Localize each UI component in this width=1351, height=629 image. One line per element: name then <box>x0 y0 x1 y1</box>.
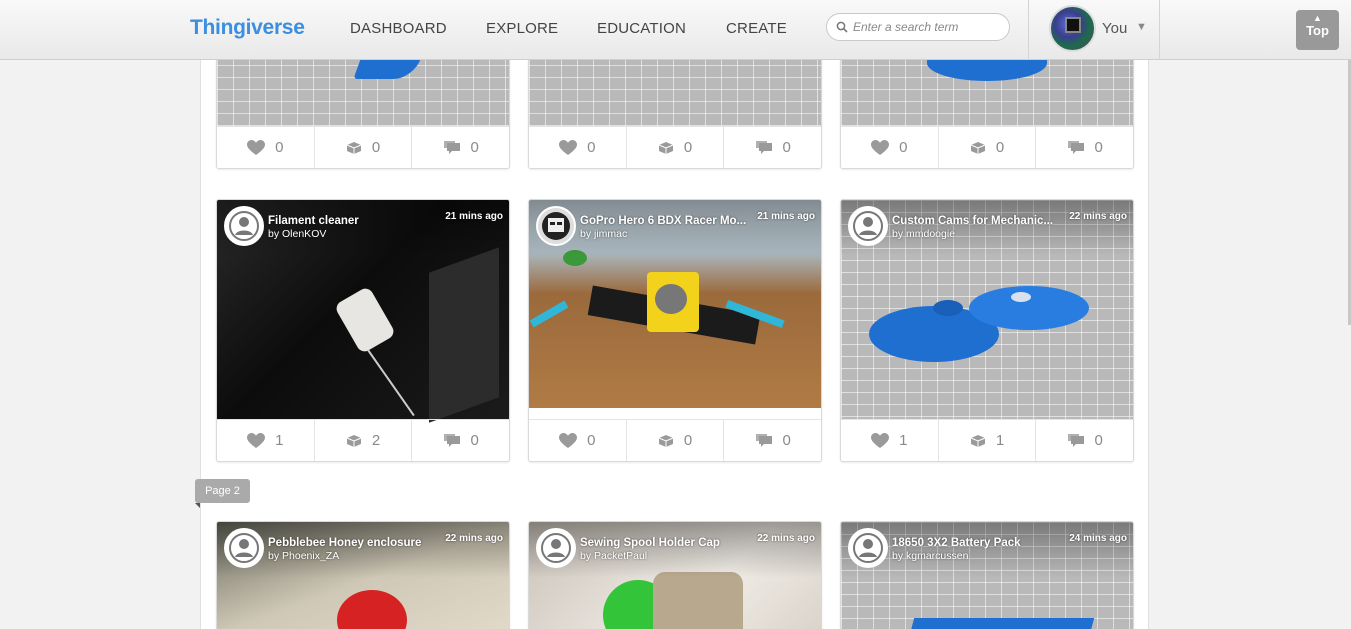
thing-title[interactable]: Sewing Spool Holder Cap <box>580 537 770 549</box>
like-button[interactable]: 0 <box>529 420 627 461</box>
heart-icon <box>247 139 266 155</box>
collect-button[interactable]: 0 <box>627 127 725 168</box>
thing-card[interactable]: 18650 3X2 Battery Pack by kgmarcussen 24… <box>840 521 1134 629</box>
search-icon <box>836 21 848 33</box>
top-header: Thingiverse DASHBOARD EXPLORE EDUCATION … <box>0 0 1351 60</box>
heart-icon <box>247 432 266 448</box>
thingiverse-logo[interactable]: Thingiverse <box>190 16 305 40</box>
collection-icon <box>970 434 986 447</box>
thing-author[interactable]: by Phoenix_ZA <box>268 550 339 562</box>
heart-icon <box>559 432 578 448</box>
top-label: Top <box>1306 23 1329 38</box>
user-avatar[interactable] <box>1049 5 1096 52</box>
like-button[interactable]: 0 <box>841 127 939 168</box>
like-button[interactable]: 0 <box>529 127 627 168</box>
thing-title[interactable]: Filament cleaner <box>268 215 458 227</box>
default-user-icon <box>853 533 883 563</box>
creator-picture-icon <box>542 212 570 240</box>
thing-time: 21 mins ago <box>757 211 815 222</box>
comment-icon <box>755 141 772 154</box>
default-user-icon <box>853 211 883 241</box>
header-divider <box>1028 0 1029 60</box>
collect-button[interactable]: 0 <box>315 127 413 168</box>
thing-stats: 0 0 0 <box>217 126 509 168</box>
thing-time: 24 mins ago <box>1069 533 1127 544</box>
collect-button[interactable]: 1 <box>939 420 1037 461</box>
like-button[interactable]: 0 <box>217 127 315 168</box>
thing-author[interactable]: by kgmarcussen <box>892 550 968 562</box>
collection-icon <box>658 434 674 447</box>
thing-card[interactable]: Pebblebee Honey enclosure by Phoenix_ZA … <box>216 521 510 629</box>
default-user-icon <box>541 533 571 563</box>
thing-author[interactable]: by PacketPaul <box>580 550 647 562</box>
nav-create[interactable]: CREATE <box>726 20 787 37</box>
creator-avatar[interactable] <box>848 206 888 246</box>
search-input[interactable] <box>853 18 1003 36</box>
collect-button[interactable]: 0 <box>627 420 725 461</box>
nav-explore[interactable]: EXPLORE <box>486 20 558 37</box>
heart-icon <box>559 139 578 155</box>
thing-card[interactable]: Filament cleaner by OlenKOV 21 mins ago … <box>216 199 510 462</box>
thing-time: 22 mins ago <box>445 533 503 544</box>
chevron-down-icon[interactable]: ▼ <box>1136 21 1147 33</box>
creator-avatar[interactable] <box>224 206 264 246</box>
thing-title[interactable]: Custom Cams for Mechanic... <box>892 215 1082 227</box>
nav-education[interactable]: EDUCATION <box>597 20 686 37</box>
collection-icon <box>346 141 362 154</box>
thing-stats: 1 1 0 <box>841 419 1133 461</box>
comment-icon <box>443 141 460 154</box>
thing-time: 22 mins ago <box>1069 211 1127 222</box>
thing-author[interactable]: by jimmac <box>580 228 627 240</box>
collect-button[interactable]: 2 <box>315 420 413 461</box>
comment-button[interactable]: 0 <box>412 420 509 461</box>
like-button[interactable]: 1 <box>217 420 315 461</box>
thing-author[interactable]: by OlenKOV <box>268 228 326 240</box>
thing-time: 22 mins ago <box>757 533 815 544</box>
comment-button[interactable]: 0 <box>412 127 509 168</box>
thing-stats: 0 0 0 <box>529 126 821 168</box>
default-user-icon <box>229 533 259 563</box>
comment-icon <box>1067 434 1084 447</box>
thing-stats: 1 2 0 <box>217 419 509 461</box>
thing-time: 21 mins ago <box>445 211 503 222</box>
thing-card[interactable]: Sewing Spool Holder Cap by PacketPaul 22… <box>528 521 822 629</box>
thing-title[interactable]: GoPro Hero 6 BDX Racer Mo... <box>580 215 770 227</box>
thing-card[interactable]: Custom Cams for Mechanic... by mmdoogie … <box>840 199 1134 462</box>
comment-button[interactable]: 0 <box>724 420 821 461</box>
collection-icon <box>970 141 986 154</box>
creator-avatar[interactable] <box>536 528 576 568</box>
collection-icon <box>658 141 674 154</box>
heart-icon <box>871 432 890 448</box>
comment-icon <box>755 434 772 447</box>
user-menu-label[interactable]: You <box>1102 20 1127 37</box>
thing-title[interactable]: 18650 3X2 Battery Pack <box>892 537 1082 549</box>
header-divider <box>1159 0 1160 60</box>
page-marker: Page 2 <box>195 479 250 508</box>
thing-stats: 0 0 0 <box>841 126 1133 168</box>
creator-avatar[interactable] <box>536 206 576 246</box>
creator-avatar[interactable] <box>224 528 264 568</box>
search-box[interactable] <box>826 13 1010 41</box>
collection-icon <box>346 434 362 447</box>
heart-icon <box>871 139 890 155</box>
thing-stats: 0 0 0 <box>529 419 821 461</box>
thing-card[interactable]: GoPro Hero 6 BDX Racer Mo... by jimmac 2… <box>528 199 822 462</box>
comment-icon <box>1067 141 1084 154</box>
comment-button[interactable]: 0 <box>1036 127 1133 168</box>
creator-avatar[interactable] <box>848 528 888 568</box>
nav-dashboard[interactable]: DASHBOARD <box>350 20 447 37</box>
chevron-up-icon: ▲ <box>1313 13 1322 23</box>
collect-button[interactable]: 0 <box>939 127 1037 168</box>
thing-author[interactable]: by mmdoogie <box>892 228 955 240</box>
thing-title[interactable]: Pebblebee Honey enclosure <box>268 537 458 549</box>
comment-button[interactable]: 0 <box>1036 420 1133 461</box>
like-button[interactable]: 1 <box>841 420 939 461</box>
comment-button[interactable]: 0 <box>724 127 821 168</box>
comment-icon <box>443 434 460 447</box>
back-to-top-button[interactable]: ▲ Top <box>1296 10 1339 50</box>
default-user-icon <box>229 211 259 241</box>
